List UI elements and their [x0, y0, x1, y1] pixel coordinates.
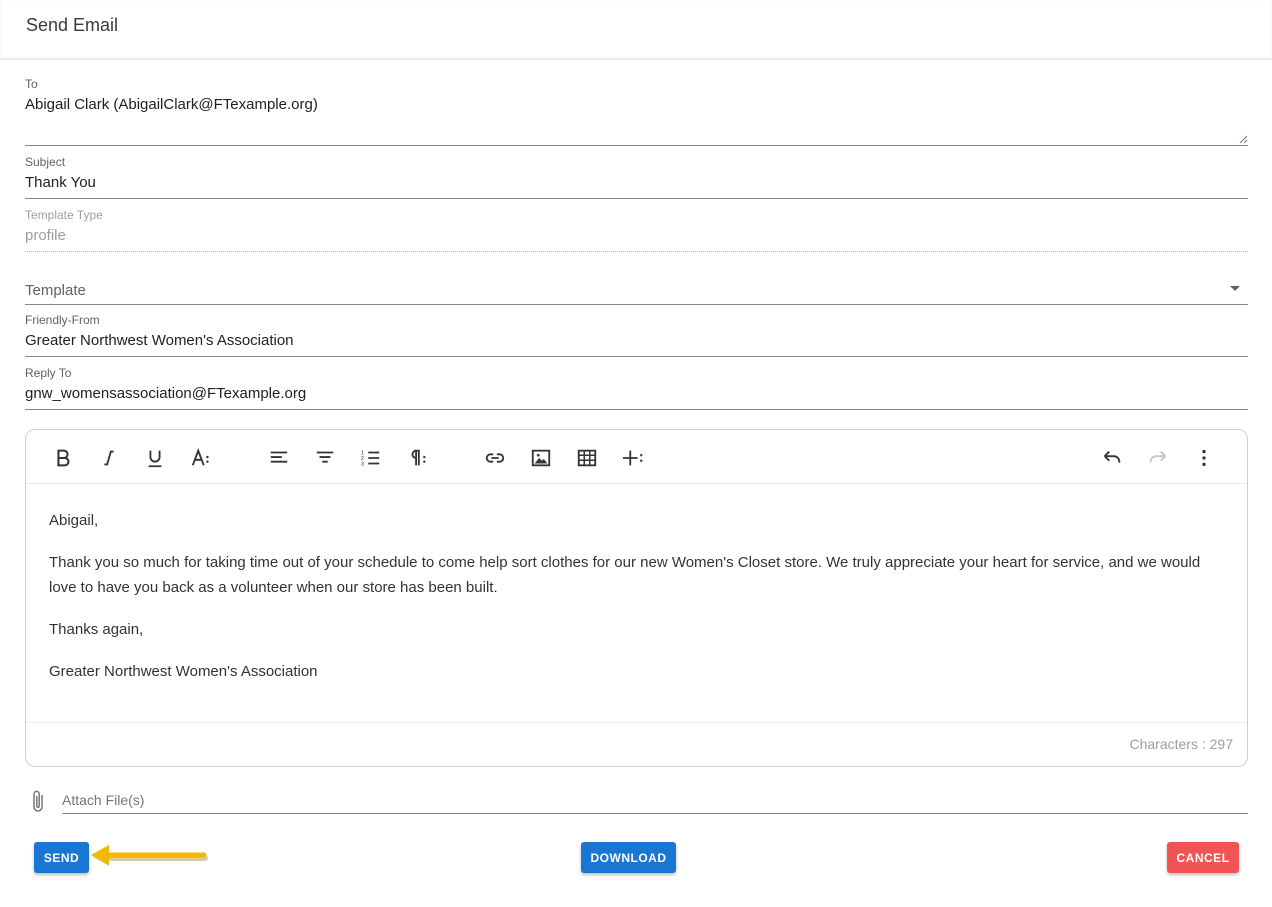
- template-type-value: profile: [25, 227, 66, 244]
- table-icon[interactable]: [573, 444, 601, 472]
- character-count: Characters : 297: [1129, 736, 1234, 752]
- dialog-header: Send Email: [0, 0, 1272, 60]
- underline-icon[interactable]: [141, 444, 169, 472]
- friendly-from-input[interactable]: Greater Northwest Women's Association: [25, 332, 1248, 350]
- editor-paragraph: Thanks again,: [49, 621, 144, 638]
- svg-text:3: 3: [361, 461, 364, 467]
- font-size-icon[interactable]: [187, 444, 215, 472]
- editor-toolbar: 123: [26, 430, 1247, 484]
- attach-files-placeholder: Attach File(s): [62, 792, 145, 808]
- undo-icon[interactable]: [1098, 444, 1126, 472]
- cancel-button[interactable]: CANCEL: [1167, 842, 1239, 873]
- editor-footer: Characters : 297: [26, 722, 1247, 766]
- template-type-underline: [25, 251, 1248, 252]
- annotation-arrow-icon: [91, 845, 208, 866]
- editor-paragraph: Thank you so much for taking time out of…: [49, 554, 1201, 596]
- editor-paragraph: Greater Northwest Women's Association: [49, 663, 318, 680]
- friendly-from-underline: [25, 356, 1248, 357]
- template-select[interactable]: Template: [25, 274, 1248, 305]
- paragraph-format-icon[interactable]: [403, 444, 431, 472]
- resize-grip-icon[interactable]: [1238, 134, 1248, 144]
- reply-to-field[interactable]: Reply To gnw_womensassociation@FTexample…: [25, 366, 1248, 410]
- template-placeholder: Template: [25, 282, 86, 299]
- send-button[interactable]: SEND: [34, 842, 89, 873]
- attach-underline: [62, 813, 1248, 814]
- to-label: To: [25, 77, 38, 91]
- reply-to-underline: [25, 409, 1248, 410]
- align-left-icon[interactable]: [265, 444, 293, 472]
- to-underline: [25, 145, 1248, 146]
- dropdown-arrow-icon[interactable]: [1230, 286, 1240, 291]
- bold-icon[interactable]: [49, 444, 77, 472]
- image-icon[interactable]: [527, 444, 555, 472]
- template-type-label: Template Type: [25, 208, 103, 222]
- template-type-field: Template Type profile: [25, 208, 1248, 252]
- ordered-list-icon[interactable]: 123: [357, 444, 385, 472]
- download-button[interactable]: DOWNLOAD: [581, 842, 676, 873]
- subject-input[interactable]: Thank You: [25, 174, 1248, 192]
- to-field[interactable]: To Abigail Clark (AbigailClark@FTexample…: [25, 77, 1248, 146]
- italic-icon[interactable]: [95, 444, 123, 472]
- align-center-icon[interactable]: [311, 444, 339, 472]
- link-icon[interactable]: [481, 444, 509, 472]
- insert-more-icon[interactable]: [619, 444, 647, 472]
- rich-text-editor[interactable]: 123 Abigail, Thank you so much for takin…: [25, 429, 1248, 767]
- editor-content[interactable]: Abigail, Thank you so much for taking ti…: [49, 508, 1209, 701]
- editor-paragraph: Abigail,: [49, 512, 99, 529]
- subject-label: Subject: [25, 155, 66, 169]
- reply-to-input[interactable]: gnw_womensassociation@FTexample.org: [25, 385, 1248, 403]
- subject-field[interactable]: Subject Thank You: [25, 155, 1248, 199]
- attach-files-field[interactable]: Attach File(s): [25, 786, 1248, 814]
- redo-icon[interactable]: [1144, 444, 1172, 472]
- paperclip-icon[interactable]: [28, 788, 48, 814]
- friendly-from-label: Friendly-From: [25, 313, 100, 327]
- friendly-from-field[interactable]: Friendly-From Greater Northwest Women's …: [25, 313, 1248, 357]
- to-value[interactable]: Abigail Clark (AbigailClark@FTexample.or…: [25, 96, 1248, 114]
- subject-underline: [25, 198, 1248, 199]
- dialog-title: Send Email: [26, 15, 119, 35]
- more-vertical-icon[interactable]: [1190, 444, 1218, 472]
- template-underline: [25, 304, 1248, 305]
- reply-to-label: Reply To: [25, 366, 72, 380]
